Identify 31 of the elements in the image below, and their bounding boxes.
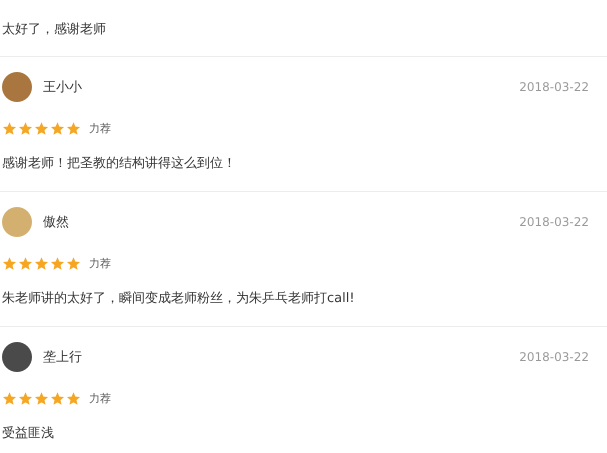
avatar	[2, 72, 32, 102]
star-icon	[18, 120, 33, 136]
star-icon	[2, 390, 17, 406]
star-icon	[50, 390, 65, 406]
rating-label: 力荐	[89, 256, 111, 270]
rating-label: 力荐	[89, 120, 111, 136]
review-date: 2018-03-22	[519, 80, 589, 94]
star-icon	[34, 256, 49, 270]
user-name: 王小小	[43, 79, 83, 96]
star-icon	[66, 256, 81, 270]
star-icon	[2, 120, 17, 136]
review-date: 2018-03-22	[519, 215, 589, 229]
star-icon	[66, 390, 81, 406]
star-icon	[50, 120, 65, 136]
star-icon	[66, 120, 81, 136]
star-icon	[2, 256, 17, 270]
comment-text: 太好了，感谢老师	[2, 21, 107, 39]
avatar	[2, 342, 32, 372]
comment-text: 受益匪浅	[2, 425, 55, 443]
review-date: 2018-03-22	[519, 350, 589, 364]
star-icon	[18, 256, 33, 270]
star-icon	[34, 390, 49, 406]
user-name: 傲然	[43, 214, 70, 231]
star-icon	[34, 120, 49, 136]
comment-text: 感谢老师！把圣教的结构讲得这么到位！	[2, 155, 237, 173]
user-name: 垄上行	[43, 349, 83, 366]
avatar	[2, 207, 32, 237]
star-icon	[18, 390, 33, 406]
comment-text: 朱老师讲的太好了，瞬间变成老师粉丝，为朱乒乓老师打call!	[2, 290, 356, 308]
star-icon	[50, 256, 65, 270]
rating-label: 力荐	[89, 390, 111, 406]
